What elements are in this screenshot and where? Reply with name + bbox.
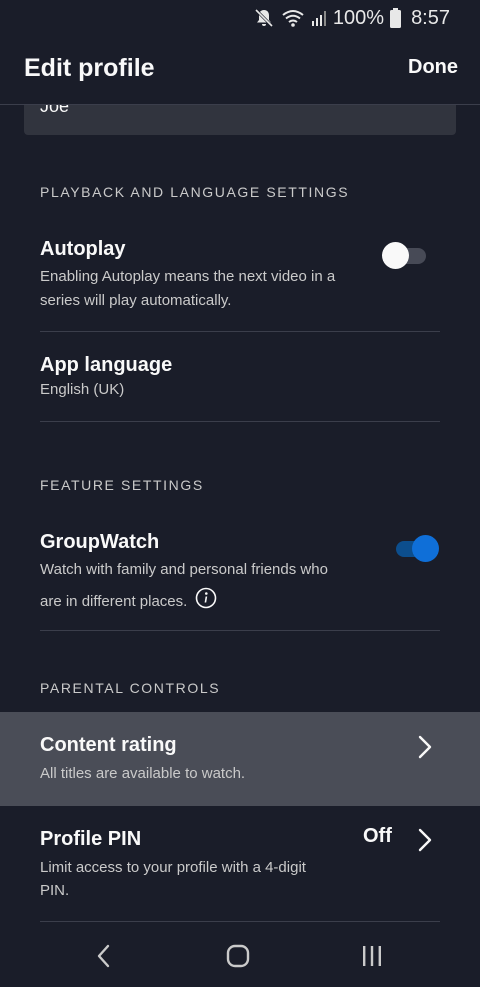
system-nav-bar <box>0 927 480 987</box>
page-title: Edit profile <box>24 54 155 82</box>
wifi-icon <box>281 8 305 28</box>
header-divider <box>0 104 480 105</box>
groupwatch-description-line2-wrap: are in different places. <box>40 587 217 617</box>
home-icon[interactable] <box>218 941 258 971</box>
profile-pin-title: Profile PIN <box>40 828 142 850</box>
done-button[interactable]: Done <box>408 56 458 79</box>
section-title-playback: PLAYBACK AND LANGUAGE SETTINGS <box>40 184 350 200</box>
groupwatch-description-line1: Watch with family and personal friends w… <box>40 561 328 578</box>
mute-icon <box>253 7 275 29</box>
clock: 8:57 <box>411 6 450 29</box>
toggle-knob <box>382 242 409 269</box>
profile-pin-row[interactable]: Profile PIN Off Limit access to your pro… <box>0 807 480 921</box>
recents-icon[interactable] <box>352 941 392 971</box>
divider <box>40 421 440 422</box>
app-language-row[interactable]: App language English (UK) <box>0 332 480 420</box>
groupwatch-description-line2: are in different places. <box>40 592 188 610</box>
content-rating-row[interactable]: Content rating All titles are available … <box>0 712 480 806</box>
groupwatch-title: GroupWatch <box>40 531 160 553</box>
signal-icon <box>311 9 327 27</box>
back-icon[interactable] <box>84 941 124 971</box>
section-title-parental: PARENTAL CONTROLS <box>40 680 221 696</box>
divider <box>40 630 440 631</box>
autoplay-description-line2: series will play automatically. <box>40 292 232 309</box>
app-language-title: App language <box>40 354 173 376</box>
battery-icon <box>390 8 402 28</box>
divider <box>40 921 440 922</box>
autoplay-toggle[interactable] <box>382 240 432 270</box>
content-rating-title: Content rating <box>40 734 177 756</box>
status-bar: 100% 8:57 <box>0 0 480 36</box>
battery-percent: 100% <box>332 6 385 29</box>
profile-pin-status: Off <box>363 825 392 847</box>
info-icon[interactable] <box>195 587 217 617</box>
app-header: Edit profile Done <box>0 36 480 104</box>
profile-pin-description-line2: PIN. <box>40 882 70 899</box>
chevron-right-icon <box>418 828 432 852</box>
section-title-features: FEATURE SETTINGS <box>40 477 204 493</box>
toggle-knob <box>412 535 439 562</box>
content-rating-description: All titles are available to watch. <box>40 765 246 782</box>
groupwatch-toggle[interactable] <box>392 533 442 563</box>
profile-pin-description-line1: Limit access to your profile with a 4-di… <box>40 859 306 876</box>
autoplay-title: Autoplay <box>40 238 126 260</box>
autoplay-description-line1: Enabling Autoplay means the next video i… <box>40 268 336 285</box>
chevron-right-icon <box>418 735 432 759</box>
app-language-value: English (UK) <box>40 381 125 398</box>
